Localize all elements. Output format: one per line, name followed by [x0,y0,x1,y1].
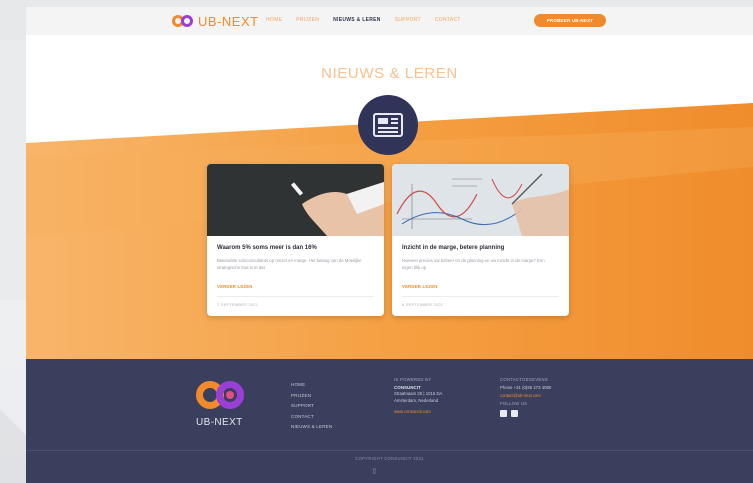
card-description: Bekendste soloconsultants op omzet en ma… [217,258,362,270]
card-divider [217,296,374,297]
company-address-line2: Amsterdam, Nederland [394,397,439,403]
contact-phone: Phone +31 (0)85 273 4080 [500,385,552,390]
card-title[interactable]: Inzicht in de marge, betere planning [402,245,504,251]
footer: UB-NEXT HOME PRIJZEN SUPPORT CONTACT NIE… [26,359,753,483]
card-date: 7 SEPTEMBER 2021 [217,302,259,307]
card-title[interactable]: Waarom 5% soms meer is dan 16% [217,245,317,251]
nav-links: HOME PRIJZEN NIEUWS & LEREN SUPPORT CONT… [266,17,461,23]
try-ub-next-button[interactable]: PROBEER UB-NEXT [534,14,606,27]
card-description: Hoeveel precies uw beheer en de planning… [402,258,545,270]
nav-link-contact[interactable]: CONTACT [435,17,461,23]
orange-band [26,103,753,359]
footer-link-support[interactable]: SUPPORT [291,401,332,412]
footer-link-prijzen[interactable]: PRIJZEN [291,391,332,402]
company-name: CONSUNCIT [394,385,421,390]
footer-logo-text: UB-NEXT [196,417,243,428]
footer-divider [26,450,753,451]
newspaper-icon [358,95,418,155]
company-link[interactable]: www.consuncit.com [394,408,442,415]
website-screenshot: UB-NEXT HOME PRIJZEN NIEUWS & LEREN SUPP… [26,7,753,483]
nav-link-home[interactable]: HOME [266,17,282,23]
page-title: NIEUWS & LEREN [321,65,458,82]
contact-heading: CONTACTGEGEVENS [500,377,548,382]
card-divider [402,296,559,297]
footer-contact: CONTACTGEGEVENS Phone +31 (0)85 273 4080… [500,377,551,417]
footer-link-contact[interactable]: CONTACT [291,412,332,423]
logo-text: UB-NEXT [198,13,259,29]
card-image-graphs [392,164,569,236]
nav-link-support[interactable]: SUPPORT [395,17,421,23]
social-links [500,409,551,417]
copyright-text: COPYRIGHT CONSUNCIT 2021 [355,456,424,461]
footer-link-home[interactable]: HOME [291,380,332,391]
read-more-link[interactable]: VERDER LEZEN [402,284,438,289]
card-date: 6 SEPTEMBER 2021 [402,302,444,307]
footer-powered-by: IS POWERED BY CONSUNCIT Straatnaam 26 | … [394,377,442,415]
nav-link-nieuws-leren[interactable]: NIEUWS & LEREN [333,17,381,23]
company-address-line1: Straatnaam 26 | 1016 DA [394,391,443,396]
follow-us-heading: FOLLOW US [500,400,528,406]
nav-link-prijzen[interactable]: PRIJZEN [296,17,319,23]
powered-by-heading: IS POWERED BY [394,377,432,382]
scroll-top-icon[interactable]: ⇧ [371,468,379,476]
read-more-link[interactable]: VERDER LEZEN [217,284,253,289]
news-card[interactable]: Waarom 5% soms meer is dan 16% Bekendste… [207,164,384,316]
footer-link-nieuws-leren[interactable]: NIEUWS & LEREN [291,422,332,433]
logo[interactable]: UB-NEXT [172,12,259,30]
linkedin-icon[interactable] [511,409,518,417]
logo-mark-icon [172,14,194,28]
contact-email[interactable]: contact@ub-next.com [500,392,551,399]
footer-menu: HOME PRIJZEN SUPPORT CONTACT NIEUWS & LE… [291,380,332,433]
facebook-icon[interactable] [500,409,507,417]
top-navbar: UB-NEXT HOME PRIJZEN NIEUWS & LEREN SUPP… [26,7,753,35]
card-image-chalkboard [207,164,384,236]
news-card[interactable]: Inzicht in de marge, betere planning Hoe… [392,164,569,316]
